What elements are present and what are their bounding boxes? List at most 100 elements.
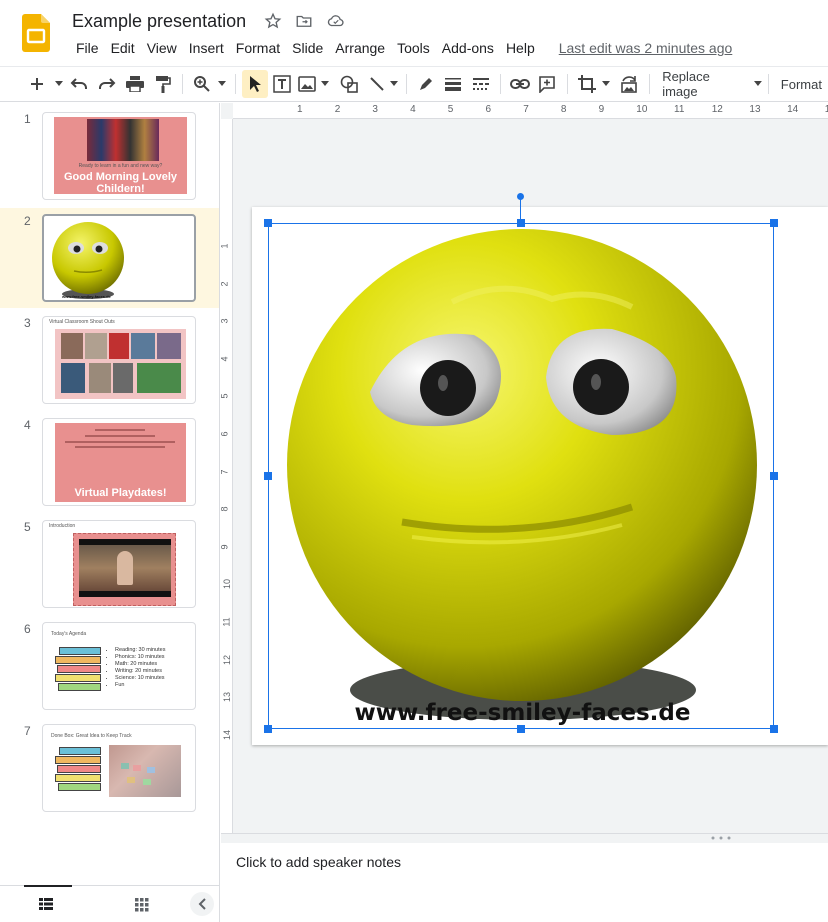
ruler-tick-label: 14 [222,729,233,740]
replace-image-button[interactable]: Replace image [656,69,762,99]
resize-handle-top-right[interactable] [770,219,778,227]
resize-handle-left[interactable] [264,472,272,480]
cursor-arrow-icon [249,76,261,92]
slide-7-title: Done Box: Great Idea to Keep Track [51,733,132,739]
text-box-icon [272,75,291,93]
text-box-button[interactable] [268,70,296,98]
resize-handle-top[interactable] [517,219,525,227]
slide-thumbnail-1[interactable]: 1 Ready to learn in a fun and new way? G… [0,106,219,206]
border-color-button[interactable] [413,70,439,98]
border-weight-icon [444,78,461,91]
print-button[interactable] [121,70,149,98]
menu-view[interactable]: View [141,38,183,58]
zoom-dropdown[interactable] [215,70,229,98]
filmstrip-view-icon[interactable] [39,898,53,910]
filmstrip-footer [0,885,220,922]
cloud-saved-icon[interactable] [326,12,346,30]
slide-6-title: Today's Agenda [51,631,87,637]
vertical-ruler[interactable]: 1 2 3 4 5 6 7 8 9 10 11 12 13 14 [219,119,233,833]
ruler-tick-label: 13 [222,692,233,703]
menu-arrange[interactable]: Arrange [329,38,391,58]
select-tool-button[interactable] [241,70,268,98]
new-slide-dropdown[interactable] [52,70,66,98]
menu-format[interactable]: Format [230,38,286,58]
shape-button[interactable] [337,70,361,98]
toolbar-separator [649,74,651,94]
rotate-handle[interactable] [517,193,524,200]
zoom-button[interactable] [189,70,215,98]
collapse-filmstrip-button[interactable] [190,892,214,916]
line-dropdown[interactable] [388,70,400,98]
menu-slide[interactable]: Slide [286,38,329,58]
border-dash-button[interactable] [467,70,495,98]
ruler-tick-label: 10 [636,104,648,115]
replace-image-label: Replace image [662,69,710,99]
slide-thumbnail-5[interactable]: 5 Introduction [0,514,219,614]
insert-image-button[interactable] [295,70,319,98]
slide-thumbnail-7[interactable]: 7 Done Box: Great Idea to Keep Track [0,718,219,818]
ruler-tick-label: 12 [711,104,723,115]
ruler-tick-label: 14 [787,104,799,115]
insert-image-dropdown[interactable] [319,70,331,98]
ruler-tick-label: 6 [219,431,230,437]
ruler-tick-label: 13 [749,104,761,115]
notes-resize-handle[interactable] [221,833,828,843]
slide-7-preview: Done Box: Great Idea to Keep Track [42,724,196,812]
drag-dots-icon [711,836,731,840]
move-folder-icon[interactable] [294,12,314,30]
star-icon[interactable] [264,12,282,30]
ruler-tick-label: 8 [219,506,230,512]
selection-box [268,223,774,729]
menu-file[interactable]: File [70,38,105,58]
document-title[interactable]: Example presentation [72,11,246,32]
smiley-thumbnail-image [52,222,124,299]
menu-edit[interactable]: Edit [105,38,141,58]
ruler-tick-label: 4 [410,104,416,115]
ruler-tick-label: 1 [219,243,230,249]
plus-icon [30,78,43,90]
crop-icon [577,75,596,93]
comment-icon [539,76,555,93]
caret-down-icon [753,81,762,86]
slide-thumbnail-4[interactable]: 4 Virtual Playdates! [0,412,219,512]
last-edit-link[interactable]: Last edit was 2 minutes ago [553,38,739,58]
slide-thumbnail-2[interactable]: 2 www.free-smiley-faces.de [0,208,219,308]
resize-handle-bottom-right[interactable] [770,725,778,733]
slide-number: 4 [24,418,31,432]
format-options-button[interactable]: Format [775,70,828,98]
resize-handle-right[interactable] [770,472,778,480]
paint-format-button[interactable] [149,70,177,98]
caret-down-icon [54,81,63,86]
grid-view-icon[interactable] [135,898,149,912]
slide-thumbnail-3[interactable]: 3 Virtual Classroom Shout Outs [0,310,219,410]
line-button[interactable] [365,70,389,98]
menu-help[interactable]: Help [500,38,541,58]
slide-2-preview: www.free-smiley-faces.de [42,214,196,302]
add-comment-button[interactable] [533,70,561,98]
agenda-item: Writing: 20 minutes [115,668,165,675]
slide-thumbnail-6[interactable]: 6 Today's Agenda Reading: 30 minutes Pho… [0,616,219,716]
border-weight-button[interactable] [439,70,467,98]
undo-button[interactable] [66,70,94,98]
ruler-tick-label: 2 [334,104,341,115]
slide-1-subtitle: Ready to learn in a fun and new way? [78,163,163,169]
intro-video-image [79,539,171,597]
resize-handle-top-left[interactable] [264,219,272,227]
menu-tools[interactable]: Tools [391,38,436,58]
reset-image-button[interactable] [616,70,644,98]
slide-editor-canvas[interactable]: 123456789101112131415 123456789101112131… [219,103,828,833]
resize-handle-bottom[interactable] [517,725,525,733]
insert-link-button[interactable] [507,70,533,98]
slides-logo-icon[interactable] [22,14,50,52]
new-slide-button[interactable] [22,70,52,98]
menu-insert[interactable]: Insert [183,38,230,58]
resize-handle-bottom-left[interactable] [264,725,272,733]
horizontal-ruler[interactable]: 123456789101112131415 [233,103,828,119]
current-slide[interactable]: www.free-smiley-faces.de [252,193,828,745]
crop-dropdown[interactable] [600,70,612,98]
menu-add-ons[interactable]: Add-ons [436,38,500,58]
speaker-notes-placeholder[interactable]: Click to add speaker notes [236,854,401,870]
redo-button[interactable] [93,70,121,98]
speaker-notes-area[interactable]: Click to add speaker notes [221,843,828,922]
crop-button[interactable] [574,70,600,98]
